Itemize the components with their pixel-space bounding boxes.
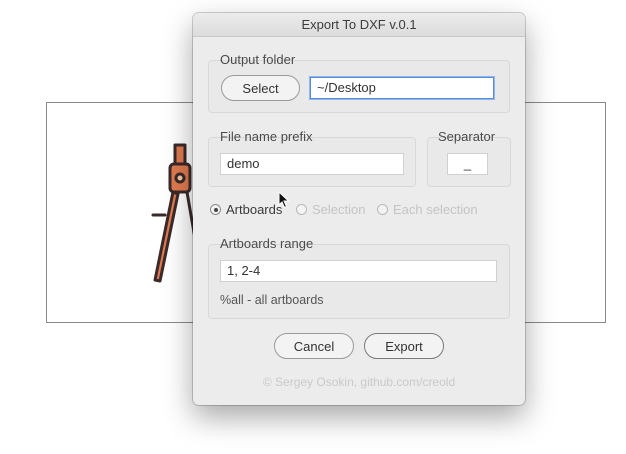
author-credit: © Sergey Osokin, github.com/creold [262,375,456,389]
separator-field[interactable]: _ [447,153,488,175]
separator-label: Separator [438,129,496,144]
file-name-prefix-field[interactable]: demo [220,153,404,175]
radio-selection-label: Selection [312,202,366,217]
export-button[interactable]: Export [364,333,444,359]
output-path-field[interactable]: ~/Desktop [310,77,494,99]
mouse-cursor-icon [278,191,290,209]
radio-each-selection[interactable]: Each selection [377,202,478,217]
radio-indicator[interactable] [377,204,388,215]
select-folder-button[interactable]: Select [221,75,300,101]
dialog-title: Export To DXF v.0.1 [193,13,525,37]
artboards-range-label: Artboards range [220,236,314,251]
output-folder-label: Output folder [220,52,296,67]
radio-indicator[interactable] [296,204,307,215]
export-dxf-dialog: Export To DXF v.0.1 Output folder Select… [193,13,525,405]
file-name-prefix-label: File name prefix [220,129,313,144]
cancel-button[interactable]: Cancel [274,333,354,359]
radio-indicator[interactable] [210,204,221,215]
artboards-range-field[interactable]: 1, 2-4 [220,260,497,282]
radio-artboards[interactable]: Artboards [210,202,282,217]
radio-selection[interactable]: Selection [296,202,365,217]
artboards-range-hint: %all - all artboards [220,293,324,307]
radio-each-selection-label: Each selection [393,202,478,217]
radio-artboards-label: Artboards [226,202,283,217]
